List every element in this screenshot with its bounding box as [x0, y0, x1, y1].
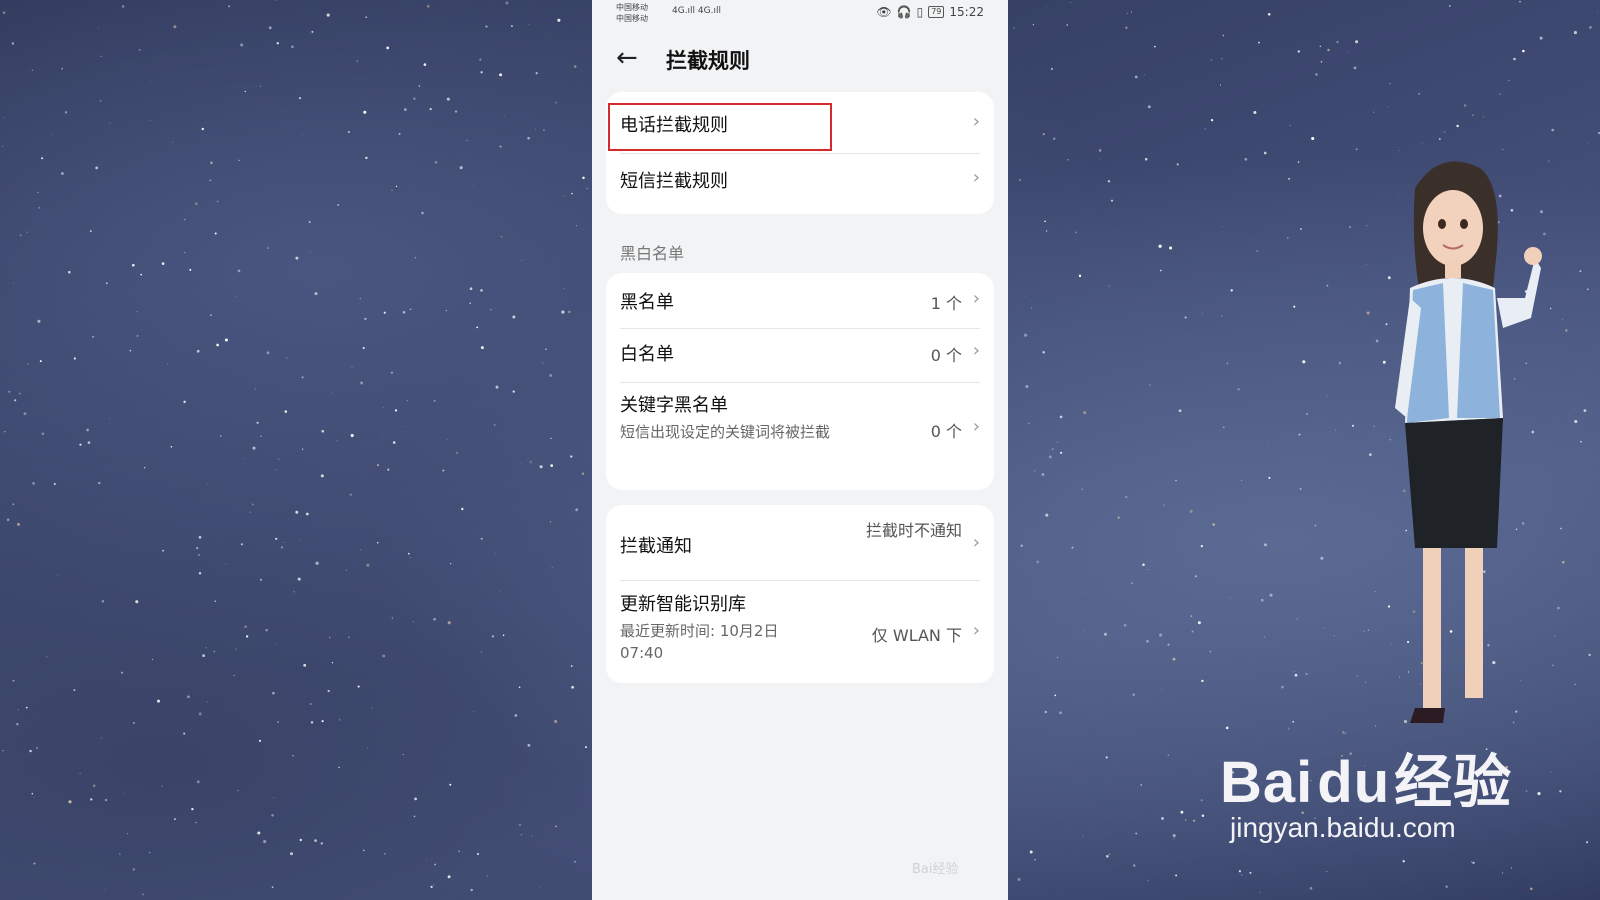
paw-icon: du [1317, 750, 1391, 815]
avatar-illustration [1395, 161, 1542, 723]
battery-icon: 79 [928, 6, 945, 18]
headphones-icon: 🎧 [896, 5, 912, 19]
signal-icon: 4G.ıll 4G.ıll [672, 6, 721, 16]
logo-text-left: Bai [1220, 750, 1314, 815]
status-bar: 中国移动 中国移动 4G.ıll 4G.ıll 👁 🎧 ▯ 79 15:22 [592, 0, 1008, 26]
carrier-1: 中国移动 [616, 3, 648, 12]
page-title: 拦截规则 [666, 49, 750, 73]
arrow-left-icon[interactable]: ← [616, 44, 646, 74]
item-value: 拦截时不通知 [865, 521, 962, 540]
carrier-label: 中国移动 中国移动 [616, 2, 648, 24]
settings-card: 拦截通知 拦截时不通知 › 更新智能识别库 最近更新时间: 10月2日 07:4… [606, 505, 994, 683]
item-label: 白名单 [620, 344, 674, 365]
item-label: 电话拦截规则 [620, 115, 728, 136]
item-label: 更新智能识别库 [620, 594, 746, 615]
whitelist-item[interactable]: 白名单 0 个 › [606, 328, 994, 382]
keyword-blacklist-item[interactable]: 关键字黑名单 短信出现设定的关键词将被拦截 0 个 › [606, 382, 994, 490]
chevron-right-icon: › [972, 340, 980, 361]
carrier-2: 中国移动 [616, 14, 648, 23]
rules-card: 电话拦截规则 › 短信拦截规则 › [606, 92, 994, 214]
chevron-right-icon: › [972, 167, 980, 188]
item-value: 仅 WLAN 下 [871, 626, 962, 645]
section-heading: 黑白名单 [620, 244, 685, 263]
blacklist-item[interactable]: 黑名单 1 个 › [606, 273, 994, 328]
lists-card: 黑名单 1 个 › 白名单 0 个 › 关键字黑名单 短信出现设定的关键词将被拦… [606, 273, 994, 490]
item-label: 黑名单 [620, 292, 674, 313]
item-value: 1 个 [930, 294, 962, 313]
chevron-right-icon: › [972, 532, 980, 553]
item-value: 0 个 [930, 422, 962, 441]
phone-screen: 中国移动 中国移动 4G.ıll 4G.ıll 👁 🎧 ▯ 79 15:22 ←… [592, 0, 1008, 900]
item-label: 关键字黑名单 [620, 395, 728, 416]
small-watermark: Bai经验 [912, 862, 959, 877]
intercept-notification-item[interactable]: 拦截通知 拦截时不通知 › [606, 505, 994, 580]
chevron-right-icon: › [972, 416, 980, 437]
item-label: 拦截通知 [620, 536, 692, 557]
time-label: 15:22 [949, 5, 984, 19]
chevron-right-icon: › [972, 620, 980, 641]
item-value: 0 个 [930, 346, 962, 365]
item-subtitle: 短信出现设定的关键词将被拦截 [620, 423, 831, 441]
eye-icon: 👁 [876, 5, 892, 19]
chevron-right-icon: › [972, 111, 980, 132]
logo-text-right: 经验 [1394, 750, 1513, 815]
phone-intercept-rules-item[interactable]: 电话拦截规则 › [606, 92, 994, 153]
baidu-jingyan-logo: Baidu经验 [1220, 735, 1512, 819]
sms-intercept-rules-item[interactable]: 短信拦截规则 › [606, 153, 994, 214]
item-subtitle: 最近更新时间: 10月2日 07:40 [620, 622, 779, 662]
logo-url: jingyan.baidu.com [1230, 812, 1456, 843]
page-header: ← 拦截规则 [592, 40, 1008, 80]
item-label: 短信拦截规则 [620, 171, 728, 192]
vibrate-icon: ▯ [916, 5, 924, 19]
update-recognition-library-item[interactable]: 更新智能识别库 最近更新时间: 10月2日 07:40 仅 WLAN 下 › [606, 580, 994, 683]
chevron-right-icon: › [972, 288, 980, 309]
status-right: 👁 🎧 ▯ 79 15:22 [876, 5, 984, 19]
